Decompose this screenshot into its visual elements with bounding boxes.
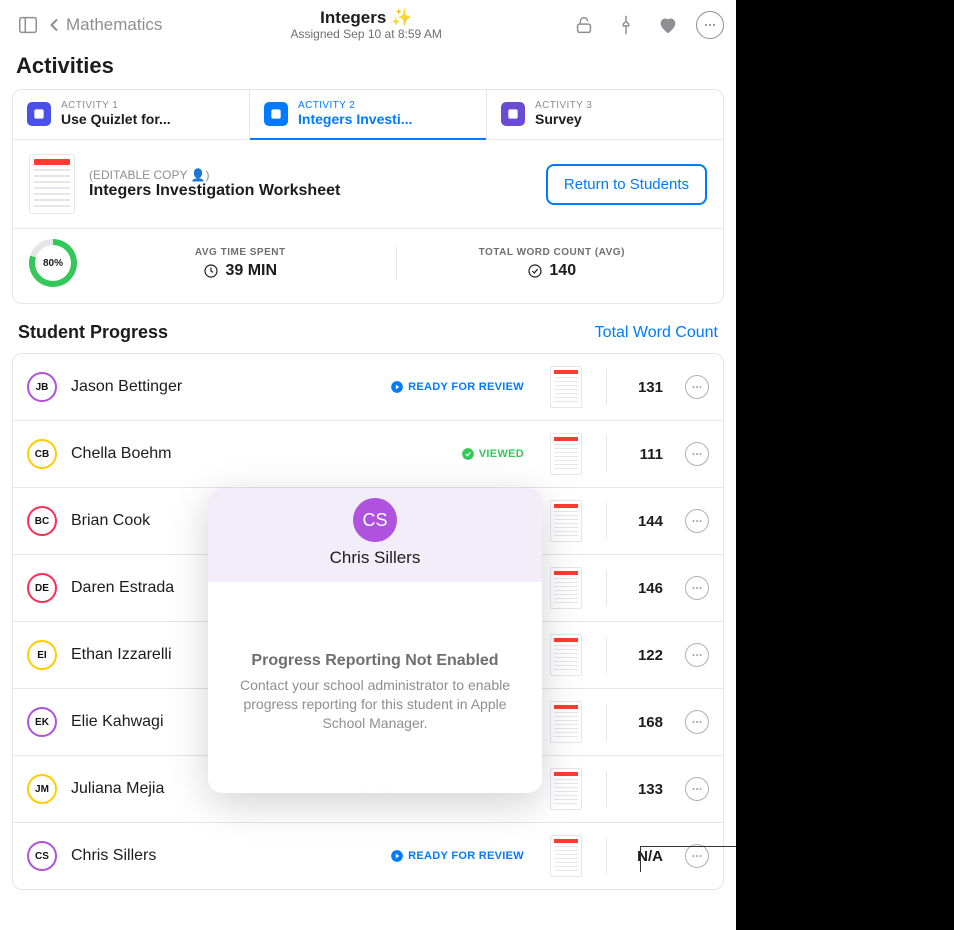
- word-count-value: 140: [397, 262, 708, 280]
- student-avatar: JB: [27, 372, 57, 402]
- student-avatar: BC: [27, 506, 57, 536]
- student-avatar: EK: [27, 707, 57, 737]
- total-word-count-link[interactable]: Total Word Count: [595, 324, 718, 342]
- activity-tab-number: ACTIVITY 2: [298, 100, 412, 111]
- submission-thumbnail[interactable]: [550, 835, 582, 877]
- row-more-button[interactable]: [685, 844, 709, 868]
- word-count: 122: [631, 647, 663, 664]
- activity-tab-icon: [264, 102, 288, 126]
- activities-card: ACTIVITY 1 Use Quizlet for... ACTIVITY 2…: [12, 89, 724, 304]
- row-more-button[interactable]: [685, 643, 709, 667]
- activity-tab-number: ACTIVITY 3: [535, 100, 592, 111]
- row-more-button[interactable]: [685, 777, 709, 801]
- return-to-students-button[interactable]: Return to Students: [546, 164, 707, 205]
- back-button[interactable]: Mathematics: [44, 15, 162, 35]
- student-avatar: EI: [27, 640, 57, 670]
- worksheet-thumbnail[interactable]: [29, 154, 75, 214]
- row-more-button[interactable]: [685, 442, 709, 466]
- popover-name: Chris Sillers: [208, 548, 542, 568]
- row-more-button[interactable]: [685, 509, 709, 533]
- submission-thumbnail[interactable]: [550, 433, 582, 475]
- student-avatar: JM: [27, 774, 57, 804]
- student-row[interactable]: CB Chella Boehm VIEWED 111: [13, 421, 723, 488]
- popover-description: Contact your school administrator to ena…: [236, 676, 514, 733]
- student-popover: CS Chris Sillers Progress Reporting Not …: [208, 488, 542, 793]
- word-count: N/A: [631, 848, 663, 865]
- editable-copy-tag: (EDITABLE COPY 👤): [89, 168, 340, 182]
- student-name: Daren Estrada: [71, 579, 174, 597]
- word-count: 144: [631, 513, 663, 530]
- activity-tab-icon: [501, 102, 525, 126]
- row-more-button[interactable]: [685, 576, 709, 600]
- activity-tab-1[interactable]: ACTIVITY 1 Use Quizlet for...: [13, 90, 249, 139]
- lock-icon[interactable]: [570, 11, 598, 39]
- student-name: Elie Kahwagi: [71, 713, 164, 731]
- avg-time-value: 39 MIN: [85, 262, 396, 280]
- submission-thumbnail[interactable]: [550, 366, 582, 408]
- activity-tab-icon: [27, 102, 51, 126]
- student-name: Brian Cook: [71, 512, 150, 530]
- activity-tab-2[interactable]: ACTIVITY 2 Integers Investi...: [249, 90, 486, 139]
- word-count: 168: [631, 714, 663, 731]
- student-avatar: CB: [27, 439, 57, 469]
- submission-thumbnail[interactable]: [550, 768, 582, 810]
- student-name: Chella Boehm: [71, 445, 172, 463]
- word-count: 111: [631, 446, 663, 463]
- submission-thumbnail[interactable]: [550, 567, 582, 609]
- row-more-button[interactable]: [685, 710, 709, 734]
- student-row[interactable]: JB Jason Bettinger READY FOR REVIEW 131: [13, 354, 723, 421]
- status-viewed: VIEWED: [461, 447, 524, 461]
- avg-time-label: AVG TIME SPENT: [85, 247, 396, 258]
- worksheet-detail: (EDITABLE COPY 👤) Integers Investigation…: [13, 139, 723, 228]
- activity-tab-name: Survey: [535, 111, 592, 127]
- stats-row: 80% AVG TIME SPENT 39 MIN TOTAL WORD COU…: [13, 228, 723, 303]
- popover-avatar: CS: [353, 498, 397, 542]
- student-name: Jason Bettinger: [71, 378, 182, 396]
- word-count: 133: [631, 781, 663, 798]
- student-row[interactable]: CS Chris Sillers READY FOR REVIEW N/A: [13, 823, 723, 889]
- submission-thumbnail[interactable]: [550, 634, 582, 676]
- submission-thumbnail[interactable]: [550, 701, 582, 743]
- word-count: 131: [631, 379, 663, 396]
- status-ready-for-review: READY FOR REVIEW: [390, 849, 524, 863]
- progress-ring: 80%: [29, 239, 77, 287]
- submission-thumbnail[interactable]: [550, 500, 582, 542]
- more-icon[interactable]: [696, 11, 724, 39]
- top-bar: Mathematics Integers ✨ Assigned Sep 10 a…: [0, 0, 736, 45]
- activities-heading: Activities: [0, 45, 736, 89]
- popover-title: Progress Reporting Not Enabled: [236, 652, 514, 670]
- activity-tab-name: Integers Investi...: [298, 111, 412, 127]
- word-count: 146: [631, 580, 663, 597]
- student-name: Ethan Izzarelli: [71, 646, 172, 664]
- heart-icon[interactable]: [654, 11, 682, 39]
- activity-tab-3[interactable]: ACTIVITY 3 Survey: [486, 90, 723, 139]
- status-ready-for-review: READY FOR REVIEW: [390, 380, 524, 394]
- student-avatar: CS: [27, 841, 57, 871]
- student-name: Juliana Mejia: [71, 780, 164, 798]
- student-name: Chris Sillers: [71, 847, 156, 865]
- student-progress-title: Student Progress: [18, 322, 168, 343]
- page-subtitle: Assigned Sep 10 at 8:59 AM: [162, 27, 570, 41]
- student-avatar: DE: [27, 573, 57, 603]
- activity-tab-name: Use Quizlet for...: [61, 111, 171, 127]
- pin-icon[interactable]: [612, 11, 640, 39]
- back-label: Mathematics: [66, 15, 162, 35]
- word-count-label: TOTAL WORD COUNT (AVG): [397, 247, 708, 258]
- row-more-button[interactable]: [685, 375, 709, 399]
- page-title: Integers ✨: [162, 8, 570, 28]
- worksheet-title: Integers Investigation Worksheet: [89, 182, 340, 200]
- sidebar-toggle-icon[interactable]: [12, 9, 44, 41]
- activity-tab-number: ACTIVITY 1: [61, 100, 171, 111]
- callout-line: [640, 846, 736, 847]
